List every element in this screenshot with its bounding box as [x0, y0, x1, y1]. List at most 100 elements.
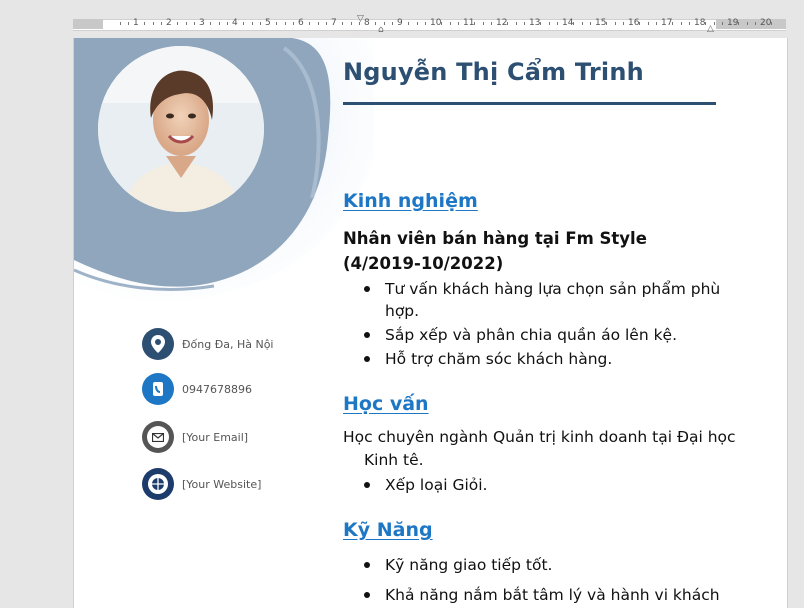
education-list: Xếp loại Giỏi. — [343, 474, 723, 498]
ruler-tick — [755, 22, 756, 25]
phone-icon — [142, 373, 174, 405]
list-item[interactable]: Sắp xếp và phân chia quần áo lên kệ. — [343, 324, 723, 346]
ruler-tick — [458, 22, 459, 25]
list-item[interactable]: Tư vấn khách hàng lựa chọn sản phẩm phù … — [343, 278, 723, 322]
ruler-tick — [252, 22, 253, 25]
ruler-number: 16 — [628, 18, 640, 28]
ruler-tick — [285, 22, 286, 25]
ruler-tick — [417, 22, 418, 25]
contact-address-text: Đống Đa, Hà Nội — [182, 337, 274, 351]
location-pin-icon — [142, 328, 174, 360]
first-line-indent-marker[interactable]: ▽ — [357, 14, 364, 24]
ruler-tick — [491, 22, 492, 25]
right-indent-marker[interactable]: △ — [707, 24, 714, 34]
contact-website: [Your Website] — [142, 467, 261, 501]
ruler-tick — [161, 22, 162, 25]
ruler-tick — [672, 22, 673, 25]
ruler-number: 13 — [529, 18, 541, 28]
name-divider — [343, 102, 716, 105]
ruler-tick — [194, 22, 195, 25]
left-indent-marker[interactable]: ⌂ — [378, 25, 384, 35]
ruler-tick — [474, 22, 475, 25]
ruler-tick — [549, 22, 550, 25]
ruler-tick — [623, 22, 624, 25]
ruler-tick — [557, 22, 558, 25]
horizontal-ruler[interactable]: 1 2 3 4 5 6 7 8 9 10 11 12 13 14 15 16 17 18 19 20 ▽ ⌂ △ — [0, 14, 804, 35]
ruler-tick — [408, 22, 409, 25]
ruler-number: 1 — [133, 18, 139, 28]
ruler-number: 10 — [430, 18, 442, 28]
ruler-tick — [714, 22, 715, 25]
education-text[interactable]: Học chuyên ngành Quản trị kinh doanh tại… — [343, 426, 744, 472]
ruler-tick — [639, 22, 640, 25]
ruler-tick — [392, 22, 393, 25]
ruler-number: 18 — [694, 18, 706, 28]
ruler-number: 9 — [397, 18, 403, 28]
ruler-tick — [615, 22, 616, 25]
ruler-tick — [177, 22, 178, 25]
ruler-number: 2 — [166, 18, 172, 28]
ruler-tick — [375, 22, 376, 25]
ruler-number: 3 — [199, 18, 205, 28]
ruler-tick — [738, 22, 739, 25]
experience-heading[interactable]: Kinh nghiệm — [343, 190, 478, 212]
ruler-tick — [309, 22, 310, 25]
ruler-tick — [144, 22, 145, 25]
ruler-tick — [326, 22, 327, 25]
ruler-tick — [747, 22, 748, 25]
contact-phone-text: 0947678896 — [182, 382, 252, 396]
education-heading[interactable]: Học vấn — [343, 393, 429, 415]
contact-website-text: [Your Website] — [182, 477, 262, 491]
ruler-number: 20 — [760, 18, 772, 28]
ruler-tick — [483, 22, 484, 25]
ruler-tick — [606, 22, 607, 25]
ruler-tick — [243, 22, 244, 25]
ruler-number: 8 — [364, 18, 370, 28]
ruler-tick — [210, 22, 211, 25]
ruler-tick — [260, 22, 261, 25]
job-title[interactable]: Nhân viên bán hàng tại Fm Style (4/2019-… — [343, 226, 723, 276]
ruler-tick — [524, 22, 525, 25]
list-item[interactable]: Xếp loại Giỏi. — [343, 474, 723, 496]
ruler-tick — [681, 22, 682, 25]
ruler-number: 11 — [463, 18, 475, 28]
ruler-tick — [705, 22, 706, 25]
ruler-tick — [128, 22, 129, 25]
ruler-tick — [219, 22, 220, 25]
ruler-tick — [771, 22, 772, 25]
ruler-tick — [540, 22, 541, 25]
list-item[interactable]: Hỗ trợ chăm sóc khách hàng. — [343, 348, 723, 370]
ruler-tick — [516, 22, 517, 25]
ruler-tick — [293, 22, 294, 25]
ruler-tick — [590, 22, 591, 25]
ruler-number: 5 — [265, 18, 271, 28]
ruler-tick — [450, 22, 451, 25]
ruler-number: 14 — [562, 18, 574, 28]
ruler-tick — [318, 22, 319, 25]
document-page[interactable]: Đống Đa, Hà Nội 0947678896 [Your Email] … — [73, 38, 788, 608]
ruler-tick — [186, 22, 187, 25]
ruler-tick — [582, 22, 583, 25]
resume-name[interactable]: Nguyễn Thị Cẩm Trinh — [343, 58, 644, 86]
brush-decoration — [74, 38, 374, 301]
list-item[interactable]: Kỹ năng giao tiếp tốt. — [343, 554, 723, 576]
ruler-tick — [276, 22, 277, 25]
ruler-tick — [227, 22, 228, 25]
ruler-number: 19 — [727, 18, 739, 28]
ruler-tick — [656, 22, 657, 25]
contact-email: [Your Email] — [142, 420, 248, 454]
skills-heading[interactable]: Kỹ Năng — [343, 519, 433, 541]
ruler-tick — [441, 22, 442, 25]
ruler-tick — [648, 22, 649, 25]
ruler-tick — [384, 22, 385, 25]
ruler-tick — [722, 22, 723, 25]
ruler-tick — [351, 22, 352, 25]
experience-list: Tư vấn khách hàng lựa chọn sản phẩm phù … — [343, 278, 723, 372]
email-icon — [142, 421, 174, 453]
ruler-tick — [425, 22, 426, 25]
globe-icon — [142, 468, 174, 500]
ruler-tick — [120, 22, 121, 25]
contact-address: Đống Đa, Hà Nội — [142, 327, 274, 361]
ruler-number: 15 — [595, 18, 607, 28]
contact-email-text: [Your Email] — [182, 430, 249, 444]
